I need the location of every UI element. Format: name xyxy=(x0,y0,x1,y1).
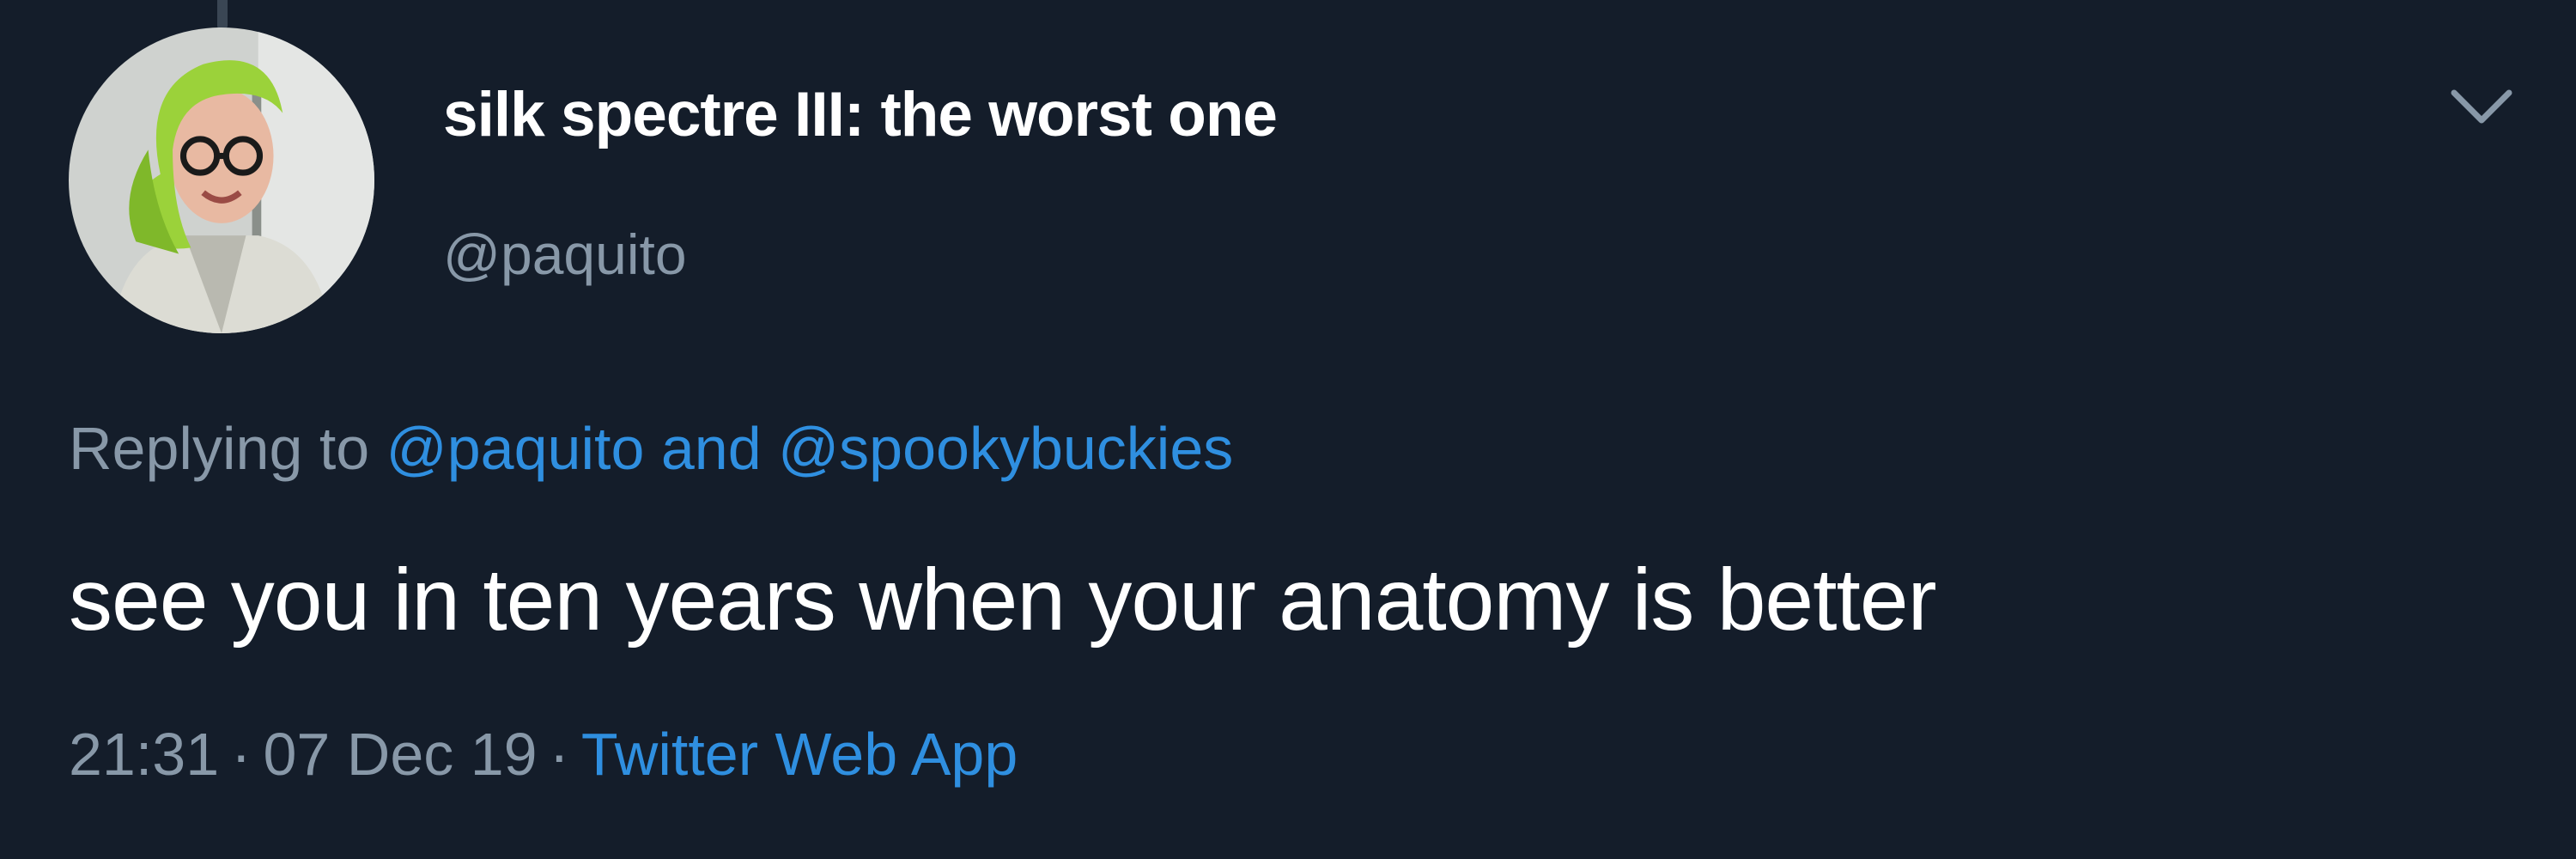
tweet-menu-button[interactable] xyxy=(2449,86,2514,129)
tweet-metadata: 21:31 · 07 Dec 19 · Twitter Web App xyxy=(69,720,1018,789)
mention-link-spookybuckies[interactable]: @spookybuckies xyxy=(778,415,1233,482)
thread-connector-line xyxy=(217,0,228,29)
avatar-photo-icon xyxy=(69,27,374,333)
chevron-down-icon xyxy=(2451,89,2512,124)
user-handle[interactable]: @paquito xyxy=(443,222,687,287)
avatar[interactable] xyxy=(69,27,374,333)
replying-conjunction: and xyxy=(660,415,762,482)
mention-link-paquito[interactable]: @paquito xyxy=(386,415,645,482)
tweet-time[interactable]: 21:31 xyxy=(69,721,219,788)
replying-to-line: Replying to @paquito and @spookybuckies xyxy=(69,414,1233,483)
meta-separator: · xyxy=(231,721,252,788)
replying-prefix: Replying to xyxy=(69,415,370,482)
meta-separator: · xyxy=(549,721,569,788)
tweet-date[interactable]: 07 Dec 19 xyxy=(263,721,537,788)
source-app-link[interactable]: Twitter Web App xyxy=(581,721,1018,788)
display-name[interactable]: silk spectre III: the worst one xyxy=(443,79,1278,150)
tweet-text: see you in ten years when your anatomy i… xyxy=(69,551,1937,649)
tweet-card: silk spectre III: the worst one @paquito… xyxy=(0,0,2576,859)
